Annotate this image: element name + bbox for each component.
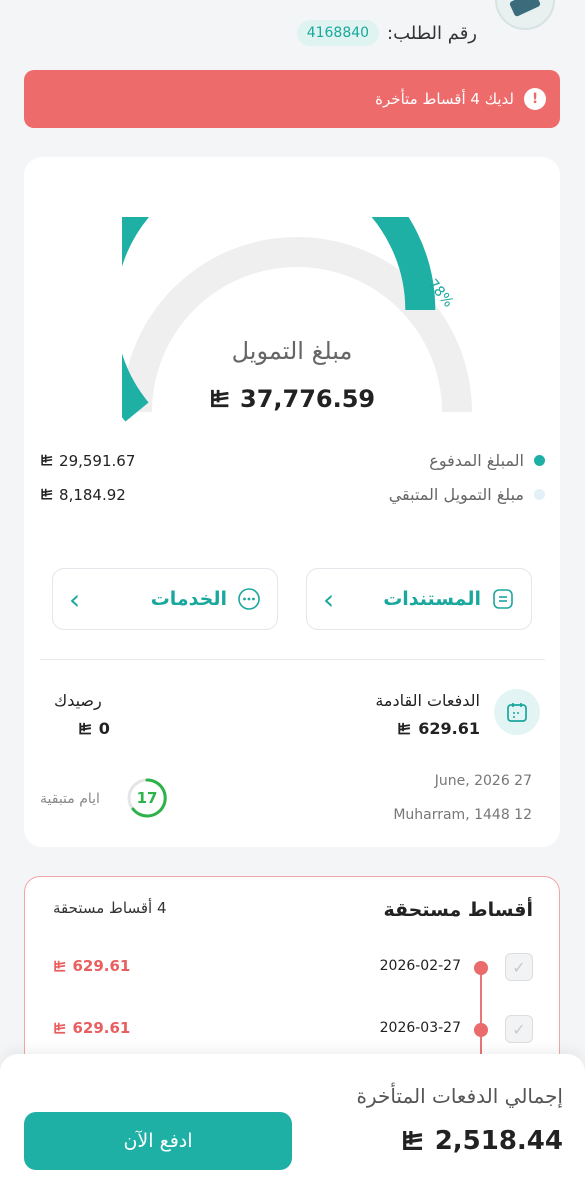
remaining-amount: 8,184.92 (40, 486, 126, 504)
paid-label: المبلغ المدفوع (429, 451, 524, 470)
balance-amount: 0 (78, 719, 110, 738)
installment-date: 2026-02-27 (379, 958, 461, 974)
riyal-icon (398, 722, 411, 735)
financing-title: مبلغ التمويل (231, 337, 353, 365)
installment-amount: 629.61 (53, 957, 130, 975)
riyal-icon (54, 960, 66, 972)
avatar (495, 0, 555, 30)
riyal-icon (210, 390, 229, 408)
order-number-row: رقم الطلب: 4168840 (296, 20, 477, 46)
installment-amount: 629.61 (53, 1019, 130, 1037)
late-payments-total-label: إجمالي الدفعات المتأخرة (356, 1084, 563, 1108)
avatar-image (508, 0, 542, 18)
services-label: الخدمات (150, 588, 227, 610)
installment-row[interactable]: ✓ 2026-03-27 629.61 (25, 1015, 561, 1045)
riyal-icon (54, 1022, 66, 1034)
document-icon (493, 589, 513, 609)
days-remaining-number: 17 (136, 789, 158, 807)
more-services-icon (238, 588, 260, 610)
financing-card: 78% مبلغ التمويل 37,776.59 29,591.67 الم… (24, 157, 560, 847)
chevron-left-icon: ‹ (323, 582, 335, 616)
upcoming-payments-amount: 629.61 (397, 719, 480, 738)
paid-dot-icon (534, 455, 545, 466)
due-installments-count: 4 أقساط مستحقة (53, 899, 167, 917)
chevron-left-icon: ‹ (69, 582, 81, 616)
documents-button[interactable]: ‹ المستندات (306, 568, 532, 630)
order-number-badge: 4168840 (296, 20, 380, 46)
pay-now-button[interactable]: ادفع الآن (24, 1112, 292, 1170)
riyal-icon (41, 488, 53, 500)
legend-paid: 29,591.67 المبلغ المدفوع (40, 451, 545, 470)
installment-date: 2026-03-27 (379, 1020, 461, 1036)
riyal-icon (79, 722, 92, 735)
order-number-label: رقم الطلب: (387, 22, 477, 44)
late-installments-alert[interactable]: ! لديك 4 أقساط متأخرة (24, 70, 560, 128)
upcoming-date-gregorian: June, 2026 27 (434, 773, 532, 789)
remaining-label: مبلغ التمويل المتبقي (388, 485, 524, 504)
services-button[interactable]: ‹ الخدمات (52, 568, 278, 630)
financing-amount: 37,776.59 (24, 385, 560, 413)
checkbox-icon[interactable]: ✓ (505, 953, 533, 981)
remaining-dot-icon (534, 489, 545, 500)
timeline-dot (474, 961, 488, 975)
days-remaining-label: ايام متبقية (40, 791, 100, 807)
calendar-icon (494, 689, 540, 735)
bottom-pay-bar: إجمالي الدفعات المتأخرة 2,518.44 ادفع ال… (0, 1054, 585, 1200)
balance-label: رصيدك (54, 691, 102, 710)
timeline-dot (474, 1023, 488, 1037)
upcoming-payments-label: الدفعات القادمة (375, 691, 480, 710)
riyal-icon (403, 1130, 423, 1150)
paid-amount: 29,591.67 (40, 452, 135, 470)
due-installments-title: أقساط مستحقة (383, 899, 533, 921)
installment-row[interactable]: ✓ 2026-02-27 629.61 (25, 953, 561, 983)
legend-remaining: 8,184.92 مبلغ التمويل المتبقي (40, 485, 545, 504)
documents-label: المستندات (383, 588, 481, 610)
checkbox-icon[interactable]: ✓ (505, 1015, 533, 1043)
divider (40, 659, 545, 660)
riyal-icon (41, 454, 53, 466)
upcoming-date-hijri: Muharram, 1448 12 (393, 807, 532, 823)
alert-text: لديك 4 أقساط متأخرة (375, 90, 514, 108)
alert-circle-icon: ! (524, 88, 546, 110)
late-payments-total-amount: 2,518.44 (401, 1126, 563, 1156)
